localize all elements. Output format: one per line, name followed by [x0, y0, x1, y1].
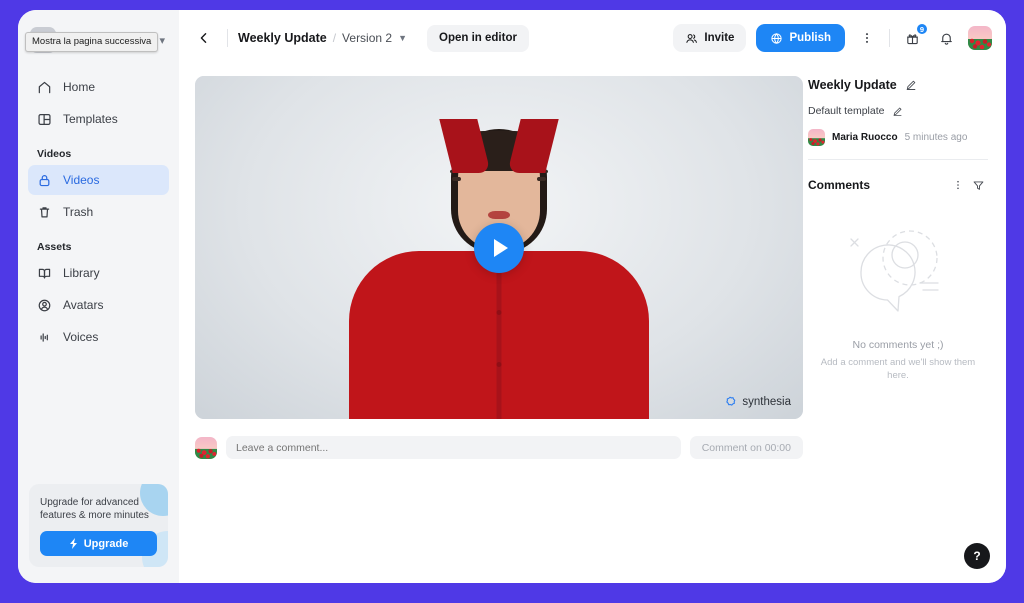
user-avatar-image: [195, 436, 217, 459]
avatar-circle-icon: [38, 299, 51, 311]
version-label[interactable]: Version 2: [342, 31, 392, 45]
details-title: Weekly Update: [808, 78, 897, 92]
video-player[interactable]: synthesia: [195, 76, 803, 419]
empty-state-subtitle: Add a comment and we'll show them here.: [820, 357, 976, 381]
book-icon: [38, 268, 51, 279]
sidebar-item-videos[interactable]: Videos: [28, 165, 169, 195]
bell-icon: [940, 33, 952, 45]
app-window: FREE ▾ Home Templates Videos: [18, 10, 1006, 583]
comment-submit-button[interactable]: Comment on 00:00: [689, 436, 803, 459]
sidebar-item-voices[interactable]: Voices: [28, 322, 169, 352]
invite-button[interactable]: Invite: [673, 24, 747, 52]
pencil-icon[interactable]: [905, 79, 917, 91]
watermark-text: synthesia: [742, 396, 791, 408]
template-label: Default template: [808, 105, 885, 117]
sidebar-item-label: Videos: [63, 173, 100, 187]
player-column: synthesia Leave a comment... Comment on …: [179, 66, 803, 583]
upgrade-section: Upgrade for advanced features & more min…: [18, 474, 179, 583]
author-row: Maria Ruocco 5 minutes ago: [808, 129, 988, 146]
sidebar-item-label: Voices: [63, 330, 99, 344]
watermark: synthesia: [723, 395, 791, 409]
sidebar: FREE ▾ Home Templates Videos: [18, 10, 179, 583]
help-button[interactable]: ?: [964, 543, 990, 569]
topbar: Weekly Update / Version 2 ▼ Open in edit…: [179, 10, 1006, 66]
sidebar-item-label: Templates: [63, 112, 118, 126]
author-name: Maria Ruocco: [832, 132, 898, 143]
comments-empty-state: No comments yet ;) Add a comment and we'…: [808, 225, 988, 382]
comments-title: Comments: [808, 178, 871, 192]
sidebar-item-label: Library: [63, 266, 100, 280]
comments-filter-button[interactable]: [968, 175, 988, 195]
user-avatar-image: [968, 26, 992, 50]
publish-label: Publish: [789, 32, 831, 44]
sidebar-section-videos: Videos: [37, 148, 72, 160]
chevron-down-icon[interactable]: ▼: [398, 33, 407, 43]
play-icon: [494, 238, 508, 257]
avatar: [808, 129, 825, 146]
upgrade-text: Upgrade for advanced features & more min…: [40, 497, 149, 521]
home-icon: [38, 81, 51, 93]
main-area: Weekly Update / Version 2 ▼ Open in edit…: [179, 10, 1006, 583]
upgrade-button-label: Upgrade: [83, 537, 129, 550]
sidebar-item-label: Avatars: [63, 298, 104, 312]
waveform-icon: [40, 332, 48, 342]
chevron-left-icon: [200, 33, 207, 43]
comments-more-button[interactable]: [948, 175, 968, 195]
gift-badge: 9: [915, 23, 928, 35]
sidebar-item-label: Trash: [63, 205, 94, 219]
user-avatar-image: [808, 129, 825, 146]
divider: [227, 29, 228, 47]
sidebar-item-library[interactable]: Library: [28, 258, 169, 288]
notifications-button[interactable]: [934, 26, 958, 50]
author-timestamp: 5 minutes ago: [904, 132, 968, 143]
tooltip: Mostra la pagina successiva: [25, 32, 159, 52]
comment-bar: Comment on 00:00: [195, 436, 803, 459]
chevron-down-icon[interactable]: ▾: [159, 34, 167, 47]
upgrade-card: Upgrade for advanced features & more min…: [29, 484, 168, 567]
avatar[interactable]: [968, 26, 992, 50]
templates-icon: [38, 113, 51, 125]
sidebar-nav: Home Templates Videos Videos Trash Asset…: [18, 66, 179, 354]
sidebar-item-trash[interactable]: Trash: [28, 197, 169, 227]
globe-icon: [771, 32, 783, 44]
gifts-button[interactable]: 9: [900, 23, 928, 50]
details-title-row: Weekly Update: [808, 78, 988, 92]
details-panel: Weekly Update Default template Maria Ruo…: [798, 66, 1006, 583]
invite-label: Invite: [704, 32, 735, 44]
synthesia-logo-icon: [726, 396, 736, 406]
open-in-editor-button[interactable]: Open in editor: [427, 24, 529, 52]
page-title: Weekly Update: [238, 31, 327, 45]
comments-header: Comments: [808, 175, 988, 195]
filter-icon: [973, 180, 983, 190]
breadcrumb-separator: /: [332, 31, 337, 45]
sidebar-item-templates[interactable]: Templates: [28, 104, 169, 134]
speech-bubbles-icon: [850, 230, 939, 312]
sidebar-section-assets: Assets: [37, 241, 72, 253]
more-vertical-icon: [865, 33, 869, 43]
upgrade-button[interactable]: Upgrade: [40, 531, 157, 556]
more-vertical-icon: [957, 180, 959, 190]
trash-icon: [39, 206, 50, 218]
sidebar-item-label: Home: [63, 80, 96, 94]
lock-icon: [39, 174, 50, 186]
publish-button[interactable]: Publish: [756, 24, 845, 52]
comment-input[interactable]: [226, 436, 681, 459]
divider: [808, 159, 988, 160]
sidebar-item-home[interactable]: Home: [28, 72, 169, 102]
more-options-button[interactable]: [855, 26, 879, 50]
lightning-icon: [69, 538, 77, 549]
template-row: Default template: [808, 105, 988, 117]
play-button[interactable]: [474, 222, 524, 273]
content-area: synthesia Leave a comment... Comment on …: [179, 66, 1006, 583]
people-icon: [686, 33, 698, 43]
empty-state-title: No comments yet ;): [852, 339, 944, 351]
back-button[interactable]: [191, 25, 217, 51]
sidebar-item-avatars[interactable]: Avatars: [28, 290, 169, 320]
pencil-icon[interactable]: [892, 106, 903, 117]
divider: [889, 29, 890, 47]
avatar: [195, 436, 217, 459]
breadcrumb: Weekly Update / Version 2 ▼: [238, 31, 407, 45]
